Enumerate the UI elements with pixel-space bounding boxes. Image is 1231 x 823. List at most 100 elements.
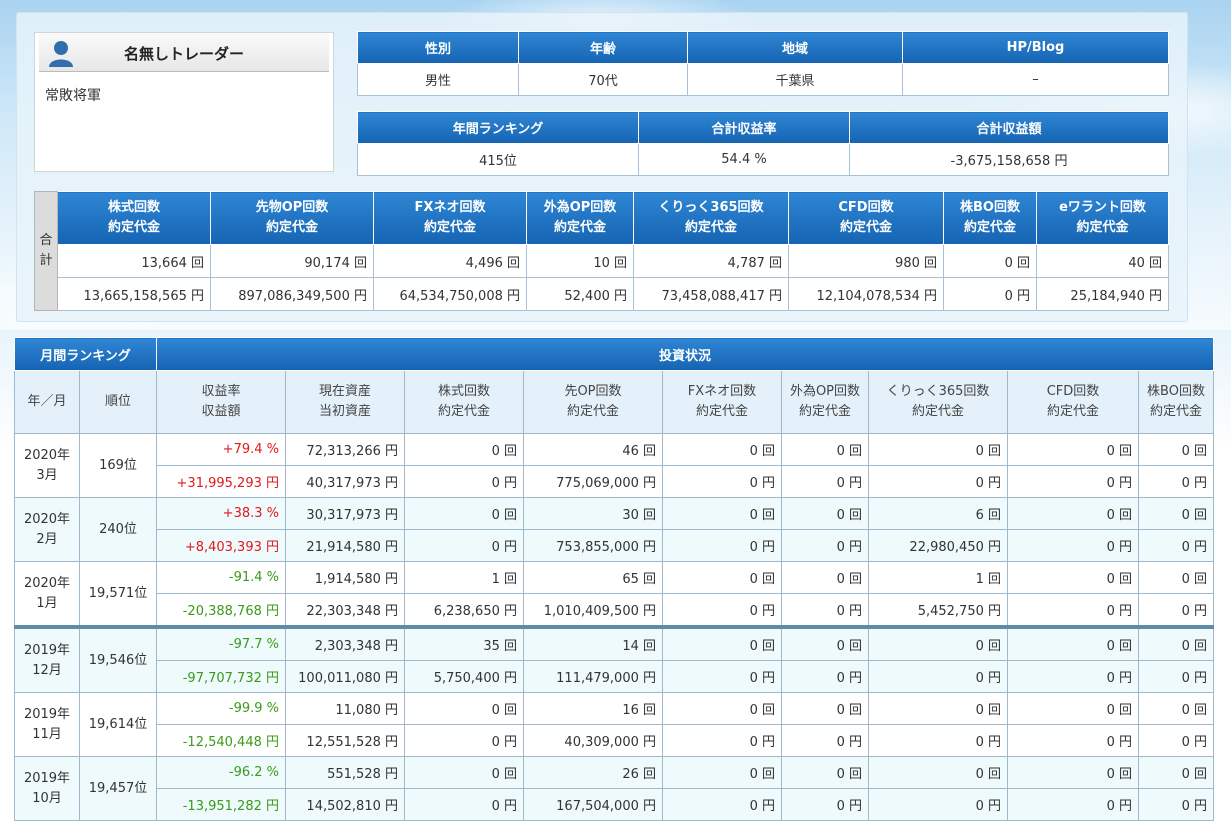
year-month-cell: 2019年 11月 <box>14 692 80 757</box>
stock-bo-count-cell: 0 回 <box>1138 433 1214 466</box>
totals-header-stock-bo: 株BO回数 約定代金 <box>943 191 1037 245</box>
totals-header-ewarrant: eワラント回数 約定代金 <box>1036 191 1169 245</box>
monthly-row-detail: -97,707,732 円 100,011,080 円 5,750,400 円 111… <box>15 660 1214 693</box>
totals-amount-cfd: 12,104,078,534 円 <box>788 277 944 311</box>
cfd-amount-cell: 0 円 <box>1007 465 1139 498</box>
cfd-amount-cell: 0 円 <box>1007 529 1139 562</box>
profit-amount-cell: +8,403,393 円 <box>156 529 286 562</box>
profit-amount-cell: -12,540,448 円 <box>156 724 286 757</box>
futures-op-count-cell: 16 回 <box>523 692 663 725</box>
fx-op-amount-cell: 0 円 <box>781 724 869 757</box>
current-assets-cell: 11,080 円 <box>285 692 405 725</box>
total-profit-value: -3,675,158,658 円 <box>849 143 1169 176</box>
return-rate-cell: -91.4 % <box>156 561 286 594</box>
stock-count-cell: 1 回 <box>404 561 524 594</box>
gender-header: 性別 <box>357 31 519 64</box>
year-month-cell: 2019年 10月 <box>14 756 80 821</box>
col-header-rank: 順位 <box>79 370 157 434</box>
initial-assets-cell: 40,317,973 円 <box>285 465 405 498</box>
stock-bo-amount-cell: 0 円 <box>1138 593 1214 628</box>
current-assets-cell: 1,914,580 円 <box>285 561 405 594</box>
click365-amount-cell: 22,980,450 円 <box>868 529 1008 562</box>
totals-header-fx-neo: FXネオ回数 約定代金 <box>373 191 527 245</box>
cfd-amount-cell: 0 円 <box>1007 660 1139 693</box>
totals-count-ewarrant: 40 回 <box>1036 244 1169 278</box>
annual-ranking-value: 415位 <box>357 143 639 176</box>
totals-header-stock: 株式回数 約定代金 <box>57 191 211 245</box>
monthly-row-detail: -20,388,768 円 22,303,348 円 6,238,650 円 1,01… <box>15 593 1214 628</box>
futures-op-amount-cell: 753,855,000 円 <box>523 529 663 562</box>
fx-neo-count-cell: 0 回 <box>662 497 782 530</box>
monthly-row: 2019年 12月 19,546位 -97.7 % 2,303,348 円 35 回 14 … <box>14 625 1214 693</box>
fx-op-count-cell: 0 回 <box>781 433 869 466</box>
cfd-count-cell: 0 回 <box>1007 433 1139 466</box>
initial-assets-cell: 21,914,580 円 <box>285 529 405 562</box>
cfd-count-cell: 0 回 <box>1007 497 1139 530</box>
year-month-cell: 2020年 1月 <box>14 561 80 628</box>
cfd-amount-cell: 0 円 <box>1007 788 1139 821</box>
click365-count-cell: 0 回 <box>868 692 1008 725</box>
profit-amount-cell: -13,951,282 円 <box>156 788 286 821</box>
click365-count-cell: 6 回 <box>868 497 1008 530</box>
stock-count-cell: 0 回 <box>404 756 524 789</box>
cfd-amount-cell: 0 円 <box>1007 724 1139 757</box>
futures-op-amount-cell: 111,479,000 円 <box>523 660 663 693</box>
profile-info-table: 性別 年齢 地域 HP/Blog 男性 70代 千葉県 – <box>357 31 1169 96</box>
totals-amount-fx-neo: 64,534,750,008 円 <box>373 277 527 311</box>
totals-count-click365: 4,787 回 <box>633 244 789 278</box>
cfd-count-cell: 0 回 <box>1007 692 1139 725</box>
age-value: 70代 <box>518 63 688 96</box>
col-header-fx-neo: FXネオ回数 約定代金 <box>662 370 782 434</box>
profit-amount-cell: +31,995,293 円 <box>156 465 286 498</box>
totals-amount-click365: 73,458,088,417 円 <box>633 277 789 311</box>
rank-cell: 19,614位 <box>79 692 157 757</box>
total-profit-header: 合計収益額 <box>849 111 1169 144</box>
stock-bo-amount-cell: 0 円 <box>1138 660 1214 693</box>
cfd-count-cell: 0 回 <box>1007 561 1139 594</box>
futures-op-amount-cell: 167,504,000 円 <box>523 788 663 821</box>
rank-cell: 169位 <box>79 433 157 498</box>
gender-value: 男性 <box>357 63 519 96</box>
futures-op-count-cell: 26 回 <box>523 756 663 789</box>
fx-op-amount-cell: 0 円 <box>781 593 869 628</box>
fx-neo-amount-cell: 0 円 <box>662 465 782 498</box>
profit-amount-cell: -20,388,768 円 <box>156 593 286 628</box>
click365-amount-cell: 5,452,750 円 <box>868 593 1008 628</box>
return-rate-cell: -97.7 % <box>156 625 286 661</box>
current-assets-cell: 551,528 円 <box>285 756 405 789</box>
region-header: 地域 <box>687 31 903 64</box>
return-rate-cell: -99.9 % <box>156 692 286 725</box>
rank-cell: 19,457位 <box>79 756 157 821</box>
fx-op-amount-cell: 0 円 <box>781 529 869 562</box>
fx-neo-amount-cell: 0 円 <box>662 788 782 821</box>
fx-neo-count-cell: 0 回 <box>662 625 782 661</box>
monthly-row: 2019年 10月 19,457位 -96.2 % 551,528 円0 回 26 回0 … <box>14 756 1214 821</box>
rank-cell: 19,546位 <box>79 625 157 693</box>
totals-amount-stock-bo: 0 円 <box>943 277 1037 311</box>
totals-table: 合 計 株式回数 約定代金 先物OP回数 約定代金 FXネオ回数 約定代金 外為OP回… <box>34 191 1169 311</box>
col-header-return: 収益率 収益額 <box>156 370 286 434</box>
stock-bo-count-cell: 0 回 <box>1138 497 1214 530</box>
total-return-rate-header: 合計収益率 <box>638 111 850 144</box>
initial-assets-cell: 100,011,080 円 <box>285 660 405 693</box>
totals-side-char-1: 合 <box>39 233 53 248</box>
click365-count-cell: 0 回 <box>868 625 1008 661</box>
col-header-futures-op: 先OP回数 約定代金 <box>523 370 663 434</box>
stock-amount-cell: 0 円 <box>404 724 524 757</box>
totals-side-char-2: 計 <box>39 253 53 268</box>
futures-op-count-cell: 65 回 <box>523 561 663 594</box>
fx-op-amount-cell: 0 円 <box>781 660 869 693</box>
click365-count-cell: 0 回 <box>868 756 1008 789</box>
totals-header-futures-op: 先物OP回数 約定代金 <box>210 191 374 245</box>
futures-op-count-cell: 30 回 <box>523 497 663 530</box>
stock-amount-cell: 6,238,650 円 <box>404 593 524 628</box>
profile-header: 名無しトレーダー <box>39 33 329 72</box>
col-header-stock: 株式回数 約定代金 <box>404 370 524 434</box>
totals-count-fx-op: 10 回 <box>526 244 634 278</box>
totals-amount-ewarrant: 25,184,940 円 <box>1036 277 1169 311</box>
click365-amount-cell: 0 円 <box>868 788 1008 821</box>
stock-bo-count-cell: 0 回 <box>1138 756 1214 789</box>
fx-neo-amount-cell: 0 円 <box>662 593 782 628</box>
hp-blog-value[interactable]: – <box>902 63 1169 96</box>
stock-bo-count-cell: 0 回 <box>1138 625 1214 661</box>
